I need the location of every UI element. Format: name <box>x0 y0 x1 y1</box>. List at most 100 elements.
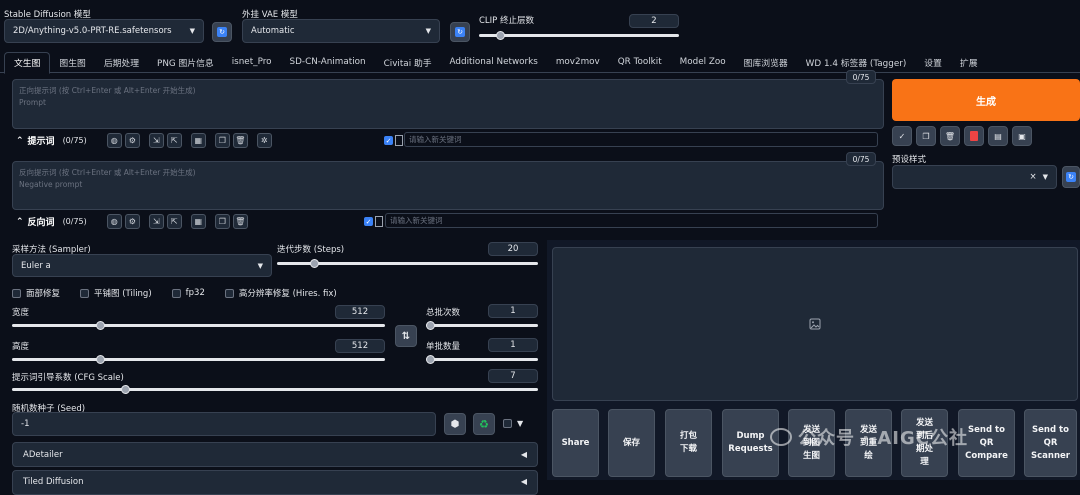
tab-extras[interactable]: 后期处理 <box>95 52 148 73</box>
send-to-qr-scanner-button[interactable]: Send to QR Scanner <box>1024 409 1077 477</box>
copy-icon[interactable]: ❐ <box>916 126 936 146</box>
share-button[interactable]: Share <box>552 409 599 477</box>
check-icon[interactable]: ✓ <box>892 126 912 146</box>
extra-seed-checkbox[interactable] <box>503 419 512 428</box>
tab-png-info[interactable]: PNG 图片信息 <box>148 52 223 73</box>
save-icon[interactable]: ▣ <box>1012 126 1032 146</box>
clear-styles-icon[interactable]: × <box>1029 172 1036 182</box>
clip-value-input[interactable]: 2 <box>629 14 679 28</box>
cfg-slider[interactable] <box>12 385 538 394</box>
batch-count-slider[interactable] <box>426 321 538 330</box>
gear-icon[interactable]: ⚙ <box>124 133 140 148</box>
face-restore-checkbox[interactable] <box>12 288 21 298</box>
output-gallery[interactable] <box>552 247 1078 401</box>
refresh-icon: ↻ <box>217 27 227 37</box>
tab-qr-toolkit[interactable]: QR Toolkit <box>609 52 671 73</box>
cfg-input[interactable]: 7 <box>488 369 538 383</box>
generate-button[interactable]: 生成 <box>892 79 1080 121</box>
sampler-select[interactable]: Euler a ▼ <box>12 254 272 277</box>
steps-slider[interactable] <box>277 259 538 268</box>
export-icon[interactable]: ⇱ <box>166 214 182 229</box>
copy-icon[interactable]: ❐ <box>214 214 230 229</box>
prompt-keyword-input[interactable]: 请输入新关键词 <box>404 132 878 147</box>
tab-image-browser[interactable]: 图库浏览器 <box>735 52 797 73</box>
trash-icon[interactable]: 🗑 <box>940 126 960 146</box>
tab-civitai-helper[interactable]: Civitai 助手 <box>375 52 441 73</box>
globe-icon[interactable]: ◍ <box>106 214 122 229</box>
zip-download-button[interactable]: 打包 下载 <box>665 409 712 477</box>
width-slider-knob[interactable] <box>96 321 105 330</box>
tab-txt2img[interactable]: 文生图 <box>4 51 51 74</box>
refresh-vae-button[interactable]: ↻ <box>450 22 470 42</box>
swap-dimensions-button[interactable]: ⇅ <box>395 325 417 347</box>
hires-fix-checkbox[interactable] <box>224 288 234 298</box>
save-button[interactable]: 保存 <box>608 409 655 477</box>
trash-icon[interactable]: 🗑 <box>232 214 248 229</box>
settings-icon[interactable]: ✲ <box>256 133 272 148</box>
fp32-checkbox[interactable] <box>171 288 181 298</box>
cfg-slider-knob[interactable] <box>121 385 130 394</box>
clip-label: CLIP 终止层数 <box>479 16 535 26</box>
image-placeholder-icon <box>809 318 821 330</box>
clip-slider[interactable] <box>479 31 679 40</box>
tab-sd-cn-animation[interactable]: SD-CN-Animation <box>281 52 375 73</box>
main-tabs: 文生图 图生图 后期处理 PNG 图片信息 isnet_Pro SD-CN-An… <box>0 51 1080 74</box>
tab-extensions[interactable]: 扩展 <box>951 52 987 73</box>
prompt-textarea[interactable]: 正向提示词 (按 Ctrl+Enter 或 Alt+Enter 开始生成) Pr… <box>12 79 884 129</box>
export-icon[interactable]: ⇱ <box>166 133 182 148</box>
import-icon[interactable]: ⇲ <box>148 133 164 148</box>
triangle-down-icon[interactable]: ▼ <box>517 419 523 428</box>
batch-size-input[interactable]: 1 <box>488 338 538 352</box>
refresh-sd-model-button[interactable]: ↻ <box>212 22 232 42</box>
collapse-icon[interactable]: ⌃ <box>16 136 24 146</box>
sd-model-value: 2D/Anything-v5.0-PRT-RE.safetensors <box>13 26 172 36</box>
collapse-icon[interactable]: ⌃ <box>16 217 24 227</box>
tab-isnet-pro[interactable]: isnet_Pro <box>223 52 281 73</box>
tiled-diffusion-accordion[interactable]: Tiled Diffusion ◀ <box>12 470 538 495</box>
tab-model-zoo[interactable]: Model Zoo <box>671 52 735 73</box>
height-slider-knob[interactable] <box>96 355 105 364</box>
seed-input[interactable]: -1 <box>12 412 436 436</box>
vae-select[interactable]: Automatic ▼ <box>242 19 440 43</box>
styles-select[interactable]: × ▼ <box>892 165 1057 189</box>
red-bookmark-icon[interactable] <box>964 126 984 146</box>
recycle-icon: ♻ <box>479 417 489 431</box>
styles-label: 预设样式 <box>892 155 927 165</box>
height-input[interactable]: 512 <box>335 339 385 353</box>
import-icon[interactable]: ⇲ <box>148 214 164 229</box>
adetailer-accordion[interactable]: ADetailer ◀ <box>12 442 538 467</box>
height-slider[interactable] <box>12 355 385 364</box>
negative-keyword-input[interactable]: 请输入新关键词 <box>385 213 878 228</box>
gear-icon[interactable]: ⚙ <box>124 214 140 229</box>
width-input[interactable]: 512 <box>335 305 385 319</box>
copy-icon[interactable]: ❐ <box>214 133 230 148</box>
batch-size-slider-knob[interactable] <box>426 355 435 364</box>
tab-additional-networks[interactable]: Additional Networks <box>441 52 547 73</box>
random-seed-button[interactable]: ⬢ <box>444 413 466 435</box>
tab-mov2mov[interactable]: mov2mov <box>547 52 609 73</box>
trash-icon[interactable]: 🗑 <box>232 133 248 148</box>
prompt-keyword-checkbox[interactable]: ✓ <box>384 136 393 145</box>
batch-count-slider-knob[interactable] <box>426 321 435 330</box>
tab-settings[interactable]: 设置 <box>915 52 951 73</box>
clipboard-icon[interactable]: ▤ <box>988 126 1008 146</box>
steps-label: 迭代步数 (Steps) <box>277 245 345 255</box>
tiling-checkbox[interactable] <box>80 288 90 298</box>
grid-icon[interactable]: ▦ <box>190 133 206 148</box>
sd-model-select[interactable]: 2D/Anything-v5.0-PRT-RE.safetensors ▼ <box>4 19 204 43</box>
vae-value: Automatic <box>251 26 295 36</box>
refresh-styles-button[interactable]: ↻ <box>1062 166 1080 188</box>
steps-slider-knob[interactable] <box>310 259 319 268</box>
batch-count-input[interactable]: 1 <box>488 304 538 318</box>
steps-input[interactable]: 20 <box>488 242 538 256</box>
globe-icon[interactable]: ◍ <box>106 133 122 148</box>
clip-slider-knob[interactable] <box>496 31 505 40</box>
reuse-seed-button[interactable]: ♻ <box>473 413 495 435</box>
negative-prompt-textarea[interactable]: 反向提示词 (按 Ctrl+Enter 或 Alt+Enter 开始生成) Ne… <box>12 161 884 210</box>
batch-size-slider[interactable] <box>426 355 538 364</box>
width-slider[interactable] <box>12 321 385 330</box>
chevron-down-icon: ▼ <box>1042 173 1048 181</box>
tab-img2img[interactable]: 图生图 <box>50 52 94 73</box>
negative-keyword-checkbox[interactable]: ✓ <box>364 217 373 226</box>
grid-icon[interactable]: ▦ <box>190 214 206 229</box>
